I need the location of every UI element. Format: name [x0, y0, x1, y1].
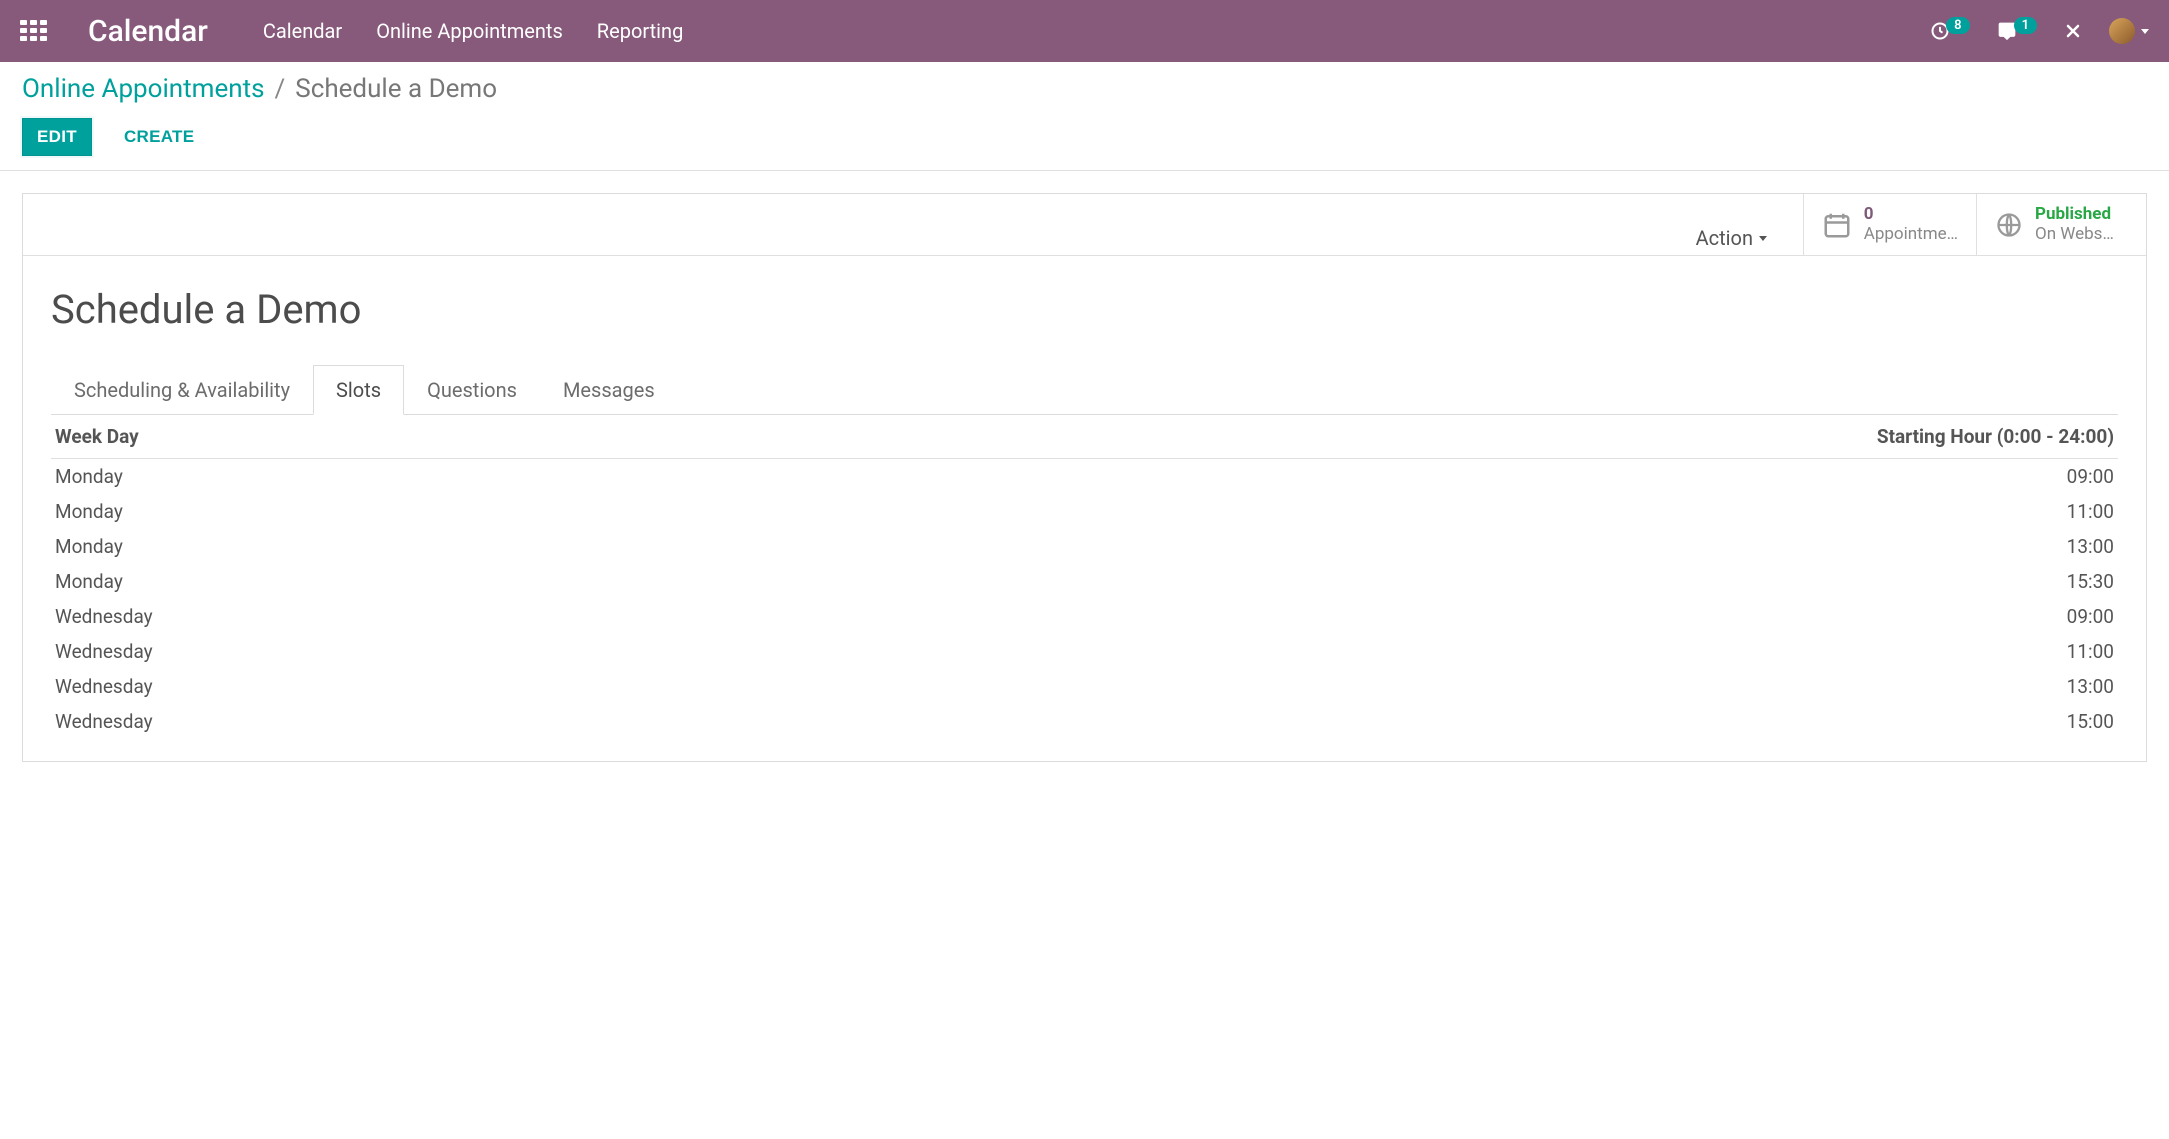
- cell-weekday: Wednesday: [51, 704, 674, 739]
- table-row[interactable]: Wednesday15:00: [51, 704, 2118, 739]
- tab-scheduling-availability[interactable]: Scheduling & Availability: [51, 365, 313, 415]
- edit-button[interactable]: EDIT: [22, 118, 92, 156]
- cell-hour: 13:00: [674, 669, 2118, 704]
- col-header-weekday: Week Day: [51, 415, 674, 459]
- nav-item-online-appointments[interactable]: Online Appointments: [376, 19, 563, 43]
- nav-item-reporting[interactable]: Reporting: [597, 19, 684, 43]
- tab-slots[interactable]: Slots: [313, 365, 404, 415]
- form-body: Schedule a Demo Scheduling & Availabilit…: [23, 256, 2146, 761]
- table-row[interactable]: Monday15:30: [51, 564, 2118, 599]
- col-header-hour: Starting Hour (0:00 - 24:00): [674, 415, 2118, 459]
- calendar-icon: [1822, 210, 1852, 240]
- cell-hour: 09:00: [674, 459, 2118, 495]
- activity-badge: 8: [1946, 17, 1969, 34]
- slots-tbody: Monday09:00Monday11:00Monday13:00Monday1…: [51, 459, 2118, 740]
- table-row[interactable]: Monday09:00: [51, 459, 2118, 495]
- table-row[interactable]: Wednesday13:00: [51, 669, 2118, 704]
- cell-weekday: Wednesday: [51, 634, 674, 669]
- breadcrumb: Online Appointments / Schedule a Demo: [22, 74, 2147, 104]
- tab-questions[interactable]: Questions: [404, 365, 540, 415]
- cell-hour: 11:00: [674, 634, 2118, 669]
- cell-hour: 13:00: [674, 529, 2118, 564]
- stat-appointments[interactable]: 0 Appointme…: [1803, 194, 1976, 255]
- nav-item-calendar[interactable]: Calendar: [263, 19, 342, 43]
- control-buttons: EDIT CREATE: [22, 118, 208, 156]
- cell-weekday: Monday: [51, 459, 674, 495]
- stat-published-label: On Webs…: [2035, 225, 2114, 245]
- action-label: Action: [1696, 226, 1753, 250]
- stat-published[interactable]: Published On Webs…: [1976, 194, 2146, 255]
- cell-weekday: Monday: [51, 494, 674, 529]
- user-menu[interactable]: [2109, 18, 2149, 44]
- chat-badge: 1: [2014, 17, 2037, 34]
- app-brand[interactable]: Calendar: [88, 14, 208, 49]
- caret-down-icon: [2141, 29, 2149, 34]
- create-button[interactable]: CREATE: [110, 119, 208, 155]
- form-sheet-container: 0 Appointme… Published On Webs… Schedul: [0, 171, 2169, 784]
- table-row[interactable]: Monday11:00: [51, 494, 2118, 529]
- cell-hour: 15:30: [674, 564, 2118, 599]
- debug-icon[interactable]: [2063, 21, 2083, 41]
- tab-messages[interactable]: Messages: [540, 365, 678, 415]
- nav-menu: Calendar Online Appointments Reporting: [263, 19, 683, 43]
- activity-indicator[interactable]: 8: [1930, 21, 1969, 41]
- cell-weekday: Monday: [51, 529, 674, 564]
- messaging-indicator[interactable]: 1: [1996, 21, 2037, 41]
- cell-weekday: Wednesday: [51, 599, 674, 634]
- cell-hour: 15:00: [674, 704, 2118, 739]
- cell-weekday: Wednesday: [51, 669, 674, 704]
- tabs: Scheduling & Availability Slots Question…: [51, 365, 2118, 415]
- action-dropdown[interactable]: Action: [1696, 226, 1767, 250]
- slots-table: Week Day Starting Hour (0:00 - 24:00) Mo…: [51, 415, 2118, 739]
- cell-weekday: Monday: [51, 564, 674, 599]
- stat-button-bar: 0 Appointme… Published On Webs…: [23, 194, 2146, 256]
- breadcrumb-current: Schedule a Demo: [295, 74, 497, 104]
- stat-appointments-value: 0: [1864, 205, 1958, 225]
- caret-down-icon: [1759, 236, 1767, 241]
- table-row[interactable]: Wednesday09:00: [51, 599, 2118, 634]
- top-navbar: Calendar Calendar Online Appointments Re…: [0, 0, 2169, 62]
- apps-icon[interactable]: [20, 20, 48, 42]
- control-panel: Online Appointments / Schedule a Demo ED…: [0, 62, 2169, 171]
- form-sheet: 0 Appointme… Published On Webs… Schedul: [22, 193, 2147, 762]
- nav-right: 8 1: [1930, 18, 2149, 44]
- avatar: [2109, 18, 2135, 44]
- table-row[interactable]: Monday13:00: [51, 529, 2118, 564]
- cell-hour: 09:00: [674, 599, 2118, 634]
- cell-hour: 11:00: [674, 494, 2118, 529]
- table-row[interactable]: Wednesday11:00: [51, 634, 2118, 669]
- stat-appointments-label: Appointme…: [1864, 225, 1958, 245]
- breadcrumb-parent[interactable]: Online Appointments: [22, 74, 265, 104]
- stat-published-value: Published: [2035, 205, 2114, 225]
- breadcrumb-separator: /: [275, 74, 286, 104]
- record-title: Schedule a Demo: [51, 286, 2118, 333]
- globe-icon: [1995, 211, 2023, 239]
